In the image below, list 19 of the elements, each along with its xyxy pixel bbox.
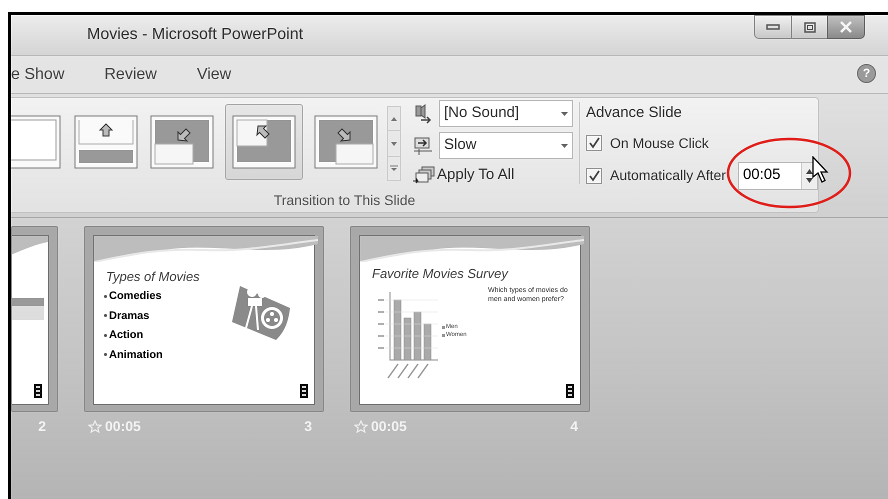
slide-bullet: Comedies — [109, 289, 162, 304]
group-heading: Advance Slide — [586, 103, 683, 123]
slide-thumbnail[interactable]: Types of Movies Comedies Dramas Action Animation — [84, 226, 324, 412]
checkbox-label: Automatically After — [610, 166, 726, 185]
slide-bullet: Action — [109, 328, 144, 343]
ribbon-tab[interactable]: View — [196, 62, 232, 86]
slide-title: Types of Movies — [106, 268, 200, 286]
apply-to-all-button[interactable]: Apply To All — [413, 164, 573, 186]
ribbon-tab[interactable]: e Show — [11, 62, 64, 86]
slide-bullet: Animation — [109, 348, 163, 362]
sound-dropdown[interactable]: [No Sound] — [439, 100, 573, 127]
time-spinner-field[interactable]: 00:05 — [738, 162, 818, 190]
slide-title: Favorite Movies Survey — [372, 265, 508, 283]
speed-dropdown[interactable]: Slow — [439, 132, 573, 159]
slide-bullet: Dramas — [109, 308, 150, 324]
group-label: Transition to This Slide — [274, 191, 416, 210]
checkbox-label: On Mouse Click — [610, 134, 709, 152]
window-title: Movies - Microsoft PowerPoint — [87, 25, 304, 45]
ribbon-tab[interactable]: Review — [104, 62, 157, 86]
